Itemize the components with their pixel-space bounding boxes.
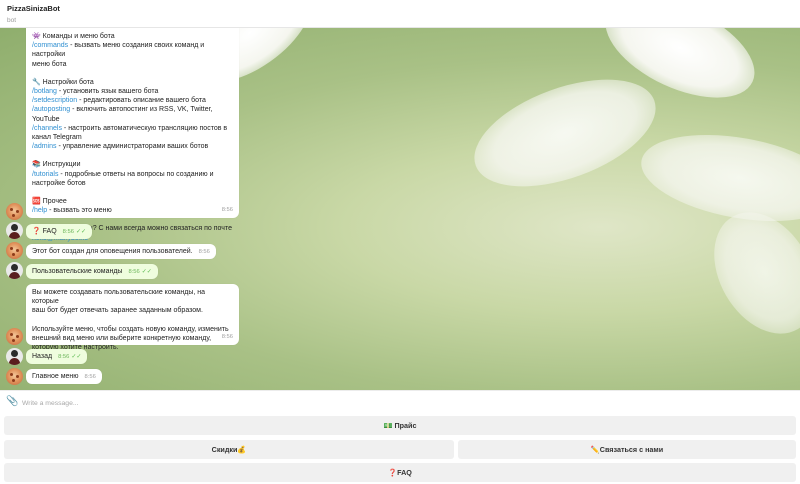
keyboard-button-contact[interactable]: ✏️Связаться с нами	[458, 440, 796, 459]
sos-icon: 🆘	[32, 198, 41, 206]
setdescription-link[interactable]: /setdescription	[32, 97, 77, 104]
read-check-icon: ✓✓	[75, 229, 87, 235]
background-petal	[460, 58, 670, 208]
bot-avatar[interactable]	[6, 328, 23, 345]
keyboard-button-discounts[interactable]: Скидки💰	[4, 440, 454, 459]
chat-header[interactable]: PizzaSinizaBot bot	[0, 0, 800, 28]
bot-message-custom-info: Вы можете создавать пользовательские ком…	[26, 284, 239, 351]
bot-avatar[interactable]	[6, 368, 23, 385]
compose-bar: 📎	[0, 390, 800, 414]
keyboard-button-price[interactable]: 💵 Прайс	[4, 416, 796, 435]
chat-title: PizzaSinizaBot	[7, 4, 60, 13]
books-icon: 📚	[32, 161, 41, 169]
wrench-icon: 🔧	[32, 78, 41, 86]
message-time: 8:56	[84, 374, 96, 380]
botlang-link[interactable]: /botlang	[32, 88, 57, 95]
message-time: 8:56	[58, 354, 70, 360]
user-avatar[interactable]	[6, 348, 23, 365]
channels-link[interactable]: /channels	[32, 125, 62, 132]
bot-avatar[interactable]	[6, 203, 23, 220]
user-message-faq: ❓ FAQ 8:56 ✓✓	[26, 224, 93, 239]
message-time: 8:56	[221, 333, 233, 340]
background-petal	[634, 121, 800, 235]
message-time: 8:56	[198, 249, 210, 255]
bot-menu-message: 👾 Команды и меню бота /commands - вызват…	[26, 28, 239, 242]
message-area[interactable]: 👾 Команды и меню бота /commands - вызват…	[0, 28, 800, 390]
message-time: 8:56	[221, 206, 233, 213]
message-time: 8:56	[128, 269, 140, 275]
read-check-icon: ✓✓	[71, 354, 82, 360]
keyboard-button-faq[interactable]: ❓FAQ	[4, 463, 796, 482]
user-avatar[interactable]	[6, 222, 23, 239]
gamepad-icon: 👾	[32, 33, 41, 40]
commands-link[interactable]: /commands	[32, 42, 68, 49]
admins-link[interactable]: /admins	[32, 143, 57, 150]
user-message-custom-commands: Пользовательские команды 8:56 ✓✓	[26, 264, 158, 279]
chat-subtitle: bot	[7, 17, 17, 24]
autoposting-link[interactable]: /autoposting	[32, 106, 70, 113]
user-message-back: Назад 8:56 ✓✓	[26, 349, 88, 364]
paperclip-icon[interactable]: 📎	[6, 396, 18, 407]
bot-message-notify: Этот бот создан для оповещения пользоват…	[26, 244, 216, 259]
bot-message-main-menu: Главное меню 8:56	[26, 369, 102, 384]
read-check-icon: ✓✓	[141, 269, 152, 275]
bot-avatar[interactable]	[6, 242, 23, 259]
tutorials-link[interactable]: /tutorials	[32, 171, 58, 178]
user-avatar[interactable]	[6, 262, 23, 279]
message-time: 8:56	[62, 229, 74, 235]
help-link[interactable]: /help	[32, 207, 47, 214]
message-input[interactable]	[22, 396, 782, 410]
